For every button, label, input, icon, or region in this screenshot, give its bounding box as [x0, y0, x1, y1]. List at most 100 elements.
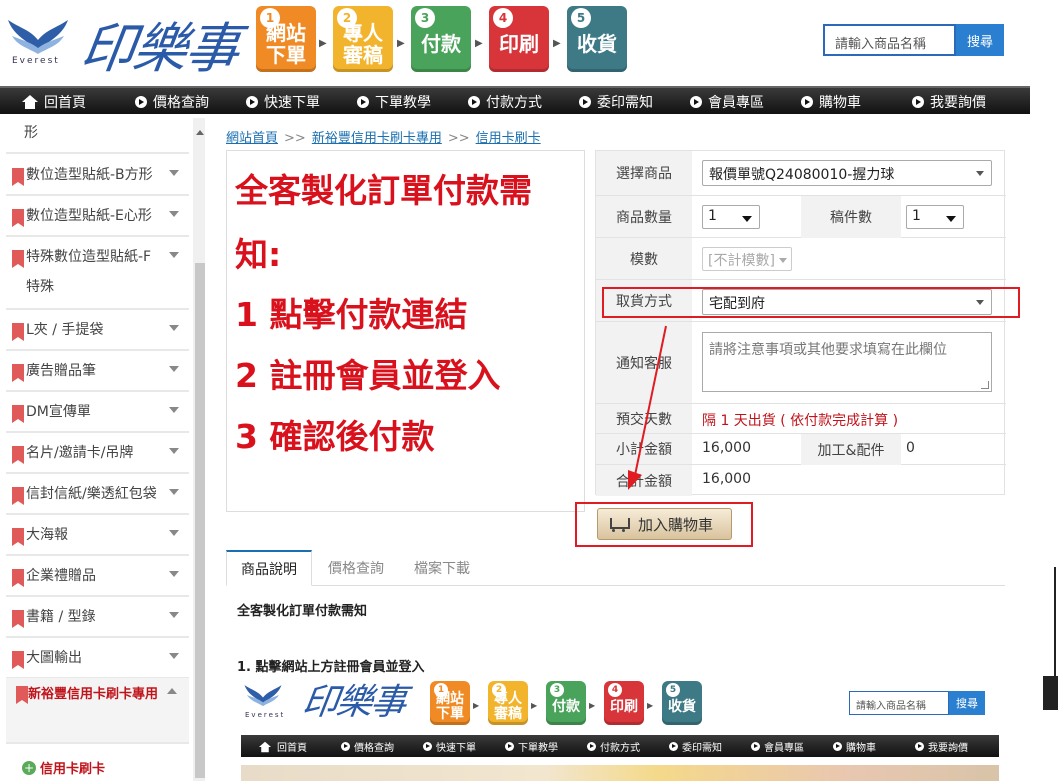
nav-home[interactable]: 回首頁 [22, 92, 86, 112]
nav-label: 價格查詢 [153, 95, 209, 111]
nav-label: 回首頁 [44, 95, 86, 111]
sidebar-item-label: 大海報 [26, 527, 68, 543]
scrollbar-thumb[interactable] [195, 263, 205, 778]
step-arrow-icon: ▶ [647, 701, 654, 710]
sidebar-child-item[interactable]: + 信用卡刷卡 [10, 744, 193, 781]
delivery-value: 隔 1 天出貨 ( 依付款完成計算 ) [702, 413, 899, 429]
chevron-down-icon[interactable] [169, 211, 179, 217]
step-5-receive: 5 收貨 [567, 6, 627, 72]
scroll-up-icon[interactable] [196, 130, 204, 135]
product-select[interactable]: 報價單號Q24080010-握力球 [702, 160, 992, 186]
notice-line: 全客製化訂單付款需 [235, 171, 532, 210]
chevron-down-icon[interactable] [169, 325, 179, 331]
step-arrow-icon: ▶ [319, 38, 327, 49]
nav-inquiry[interactable]: 我要詢價 [912, 92, 986, 112]
chevron-down-icon[interactable] [169, 252, 179, 258]
sidebar-item-label: 企業禮贈品 [26, 568, 96, 584]
chevron-down-icon[interactable] [169, 407, 179, 413]
logo-wings-icon[interactable] [6, 10, 70, 62]
tab-file-download[interactable]: 檔案下載 [400, 550, 484, 586]
step-number: 4 [608, 683, 622, 697]
sidebar-item[interactable]: 大圖輸出 [6, 639, 189, 679]
step-label: 印刷 [499, 32, 539, 56]
chevron-down-icon[interactable] [169, 571, 179, 577]
chevron-down-icon[interactable] [169, 448, 179, 454]
chevron-down-icon[interactable] [169, 489, 179, 495]
chevron-down-icon[interactable] [169, 170, 179, 176]
sidebar-item[interactable]: L夾 / 手提袋 [6, 311, 189, 351]
embedded-nav-label: 快速下單 [436, 743, 476, 754]
copies-select[interactable]: 1 [906, 205, 964, 229]
quantity-select[interactable]: 1 [702, 205, 760, 229]
nav-quick-order[interactable]: 快速下單 [246, 92, 320, 112]
chevron-down-icon[interactable] [169, 612, 179, 618]
step-arrow-icon: ▶ [589, 701, 596, 710]
embedded-nav-label: 付款方式 [600, 743, 640, 754]
notify-textarea[interactable]: 請將注意事項或其他要求填寫在此欄位 [702, 332, 992, 392]
nav-order-guide[interactable]: 下單教學 [357, 92, 431, 112]
chevron-down-icon[interactable] [169, 366, 179, 372]
sidebar-item[interactable]: 企業禮贈品 [6, 557, 189, 597]
chevron-down-icon[interactable] [169, 653, 179, 659]
sidebar-item[interactable]: 特殊數位造型貼紙-F 特殊 [6, 238, 189, 310]
nav-label: 我要詢價 [930, 95, 986, 111]
chevron-down-icon[interactable] [169, 530, 179, 536]
resize-handle-icon[interactable] [981, 381, 989, 389]
payment-notice-panel: 全客製化訂單付款需 知: 1 點擊付款連結 2 註冊會員並登入 3 確認後付款 [226, 150, 585, 512]
sidebar-item-label: 大圖輸出 [26, 650, 82, 666]
play-icon [690, 96, 702, 108]
step-4-print: 4 印刷 [489, 6, 549, 72]
nav-member[interactable]: 會員專區 [690, 92, 764, 112]
product-value: 報價單號Q24080010-握力球 [709, 167, 895, 183]
edge-block [1043, 676, 1058, 710]
step-arrow-icon: ▶ [475, 38, 483, 49]
step-label: 網站 下單 [266, 21, 306, 67]
sidebar-active-group[interactable]: 新裕豐信用卡刷卡專用 [6, 678, 189, 744]
breadcrumb-current[interactable]: 信用卡刷卡 [476, 131, 541, 146]
step-label: 印刷 [610, 698, 638, 715]
sidebar-item[interactable]: 數位造型貼紙-E心形 [6, 197, 189, 237]
play-icon [751, 742, 760, 751]
step-number: 5 [666, 683, 680, 697]
flag-icon [12, 487, 24, 505]
embedded-nav-label: 我要詢價 [928, 743, 968, 754]
step-label: 收貨 [668, 698, 696, 715]
tab-description[interactable]: 商品說明 [226, 550, 312, 586]
breadcrumb-home[interactable]: 網站首頁 [226, 131, 278, 146]
sidebar-item[interactable]: DM宣傳單 [6, 393, 189, 433]
add-to-cart-button[interactable]: 加入購物車 [597, 508, 732, 540]
search-input[interactable]: 請輸入商品名稱 [823, 24, 956, 56]
embedded-nav: 回首頁 價格查詢 快速下單 下單教學 付款方式 委印需知 會員專區 購物車 我要… [241, 735, 999, 757]
sidebar-item[interactable]: 書籍 / 型錄 [6, 598, 189, 638]
embedded-nav-label: 回首頁 [277, 743, 307, 754]
nav-price-query[interactable]: 價格查詢 [135, 92, 209, 112]
embedded-nav-label: 下單教學 [518, 743, 558, 754]
site-logo[interactable]: 印樂事 [76, 4, 243, 83]
nav-payment[interactable]: 付款方式 [468, 92, 542, 112]
nav-cart[interactable]: 購物車 [801, 92, 861, 112]
search-button[interactable]: 搜尋 [956, 24, 1004, 56]
step-3-pay: 3 付款 [546, 681, 586, 725]
breadcrumb-category[interactable]: 新裕豐信用卡刷卡專用 [312, 131, 442, 146]
sidebar-item-label: L夾 / 手提袋 [26, 322, 104, 338]
sidebar-item[interactable]: 大海報 [6, 516, 189, 556]
tab-price-query[interactable]: 價格查詢 [314, 550, 398, 586]
step-arrow-icon: ▶ [397, 38, 405, 49]
cart-icon [608, 515, 630, 533]
sidebar-item[interactable]: 形 [6, 118, 189, 154]
copies-value: 1 [912, 208, 921, 224]
sidebar-item[interactable]: 名片/邀請卡/吊牌 [6, 434, 189, 474]
sidebar-item[interactable]: 信封信紙/樂透紅包袋 [6, 475, 189, 515]
play-icon [341, 742, 350, 751]
sidebar-item-label: 名片/邀請卡/吊牌 [26, 445, 134, 461]
nav-label: 會員專區 [708, 95, 764, 111]
flag-icon [12, 569, 24, 587]
sidebar-item[interactable]: 數位造型貼紙-B方形 [6, 156, 189, 196]
nav-label: 委印需知 [597, 95, 653, 111]
sidebar-item[interactable]: 廣告贈品筆 [6, 352, 189, 392]
nav-notice[interactable]: 委印需知 [579, 92, 653, 112]
chevron-up-icon[interactable] [167, 688, 177, 694]
sidebar-scrollbar[interactable] [193, 118, 205, 781]
step-label: 付款 [552, 698, 580, 715]
breadcrumb-separator: >> [284, 131, 306, 146]
